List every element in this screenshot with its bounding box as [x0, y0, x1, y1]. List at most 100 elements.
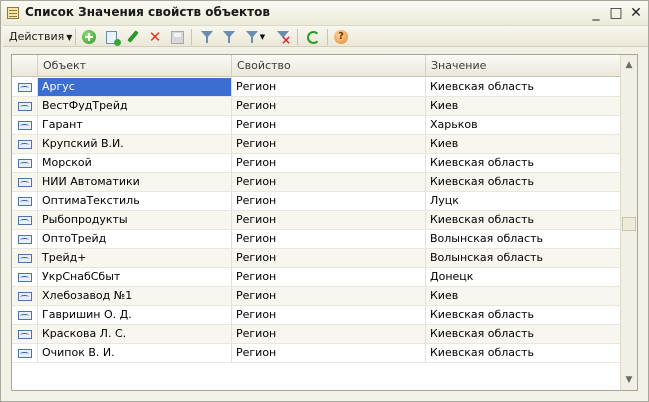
- scroll-down-icon[interactable]: ▼: [621, 372, 637, 388]
- maximize-icon[interactable]: □: [607, 4, 625, 22]
- value-cell[interactable]: Донецк: [426, 268, 621, 286]
- object-cell[interactable]: Гавришин О. Д.: [38, 306, 232, 324]
- edit-button[interactable]: [123, 28, 143, 46]
- icon-column-header[interactable]: [12, 55, 38, 77]
- column-header-object[interactable]: Объект: [38, 55, 232, 77]
- object-cell[interactable]: ОптимаТекстиль: [38, 192, 232, 210]
- object-cell[interactable]: Гарант: [38, 116, 232, 134]
- save-button[interactable]: [167, 28, 187, 46]
- row-icon-cell: [12, 135, 38, 153]
- value-cell[interactable]: Киевская область: [426, 306, 621, 324]
- column-header-value[interactable]: Значение: [426, 55, 621, 77]
- object-cell[interactable]: Очипок В. И.: [38, 344, 232, 362]
- table-row[interactable]: ОптимаТекстиль Регион Луцк: [12, 192, 621, 211]
- object-cell[interactable]: Рыбопродукты: [38, 211, 232, 229]
- object-cell[interactable]: НИИ Автоматики: [38, 173, 232, 191]
- property-cell[interactable]: Регион: [232, 135, 426, 153]
- object-cell[interactable]: Аргус: [38, 78, 232, 96]
- value-cell[interactable]: Луцк: [426, 192, 621, 210]
- value-cell[interactable]: Волынская область: [426, 249, 621, 267]
- object-cell[interactable]: Трейд+: [38, 249, 232, 267]
- value-cell[interactable]: Киевская область: [426, 154, 621, 172]
- copy-icon: [105, 30, 121, 46]
- row-icon-cell: [12, 78, 38, 96]
- delete-button[interactable]: ✕: [145, 28, 165, 46]
- table-row[interactable]: УкрСнабСбыт Регион Донецк: [12, 268, 621, 287]
- row-icon-cell: [12, 173, 38, 191]
- minimize-icon[interactable]: _: [587, 4, 605, 22]
- property-cell[interactable]: Регион: [232, 97, 426, 115]
- table-row[interactable]: ВестФудТрейд Регион Киев: [12, 97, 621, 116]
- property-cell[interactable]: Регион: [232, 249, 426, 267]
- table-row[interactable]: Очипок В. И. Регион Киевская область: [12, 344, 621, 363]
- actions-menu-button[interactable]: Действия ▼: [7, 28, 74, 46]
- table-body: Аргус Регион Киевская область ВестФудТрейд Р…: [12, 78, 621, 363]
- value-cell[interactable]: Волынская область: [426, 230, 621, 248]
- close-icon[interactable]: ✕: [627, 4, 645, 22]
- table-row[interactable]: Трейд+ Регион Волынская область: [12, 249, 621, 268]
- property-cell[interactable]: Регион: [232, 268, 426, 286]
- table-row[interactable]: Крупский В.И. Регион Киев: [12, 135, 621, 154]
- property-cell[interactable]: Регион: [232, 173, 426, 191]
- property-cell[interactable]: Регион: [232, 116, 426, 134]
- value-cell[interactable]: Киевская область: [426, 78, 621, 96]
- property-cell[interactable]: Регион: [232, 344, 426, 362]
- value-cell[interactable]: Киевская область: [426, 173, 621, 191]
- property-cell[interactable]: Регион: [232, 78, 426, 96]
- property-value-icon: [17, 177, 32, 187]
- row-icon-cell: [12, 344, 38, 362]
- table-header: Объект Свойство Значение: [12, 55, 621, 77]
- property-cell[interactable]: Регион: [232, 211, 426, 229]
- table-row[interactable]: Морской Регион Киевская область: [12, 154, 621, 173]
- property-cell[interactable]: Регион: [232, 325, 426, 343]
- value-cell[interactable]: Киев: [426, 97, 621, 115]
- object-cell[interactable]: ОптоТрейд: [38, 230, 232, 248]
- filter-history-button[interactable]: ▼: [241, 28, 269, 46]
- copy-button[interactable]: [101, 28, 121, 46]
- filter-value-icon: [222, 30, 236, 44]
- object-cell[interactable]: УкрСнабСбыт: [38, 268, 232, 286]
- object-cell[interactable]: Морской: [38, 154, 232, 172]
- property-cell[interactable]: Регион: [232, 154, 426, 172]
- property-cell[interactable]: Регион: [232, 230, 426, 248]
- property-value-icon: [17, 196, 32, 206]
- value-cell[interactable]: Киев: [426, 287, 621, 305]
- object-cell[interactable]: Краскова Л. С.: [38, 325, 232, 343]
- table-row[interactable]: Хлебозавод №1 Регион Киев: [12, 287, 621, 306]
- scroll-thumb[interactable]: [622, 217, 636, 231]
- property-value-icon: [17, 101, 32, 111]
- scroll-up-icon[interactable]: ▲: [621, 57, 637, 73]
- value-cell[interactable]: Харьков: [426, 116, 621, 134]
- table-row[interactable]: Гавришин О. Д. Регион Киевская область: [12, 306, 621, 325]
- value-cell[interactable]: Киевская область: [426, 344, 621, 362]
- clear-filter-button[interactable]: [273, 28, 293, 46]
- toolbar-divider: [297, 29, 298, 45]
- save-icon: [170, 30, 184, 44]
- property-cell[interactable]: Регион: [232, 306, 426, 324]
- filter-icon: [200, 30, 214, 44]
- property-value-icon: [17, 310, 32, 320]
- column-header-property[interactable]: Свойство: [232, 55, 426, 77]
- object-cell[interactable]: ВестФудТрейд: [38, 97, 232, 115]
- table-row[interactable]: НИИ Автоматики Регион Киевская область: [12, 173, 621, 192]
- object-cell[interactable]: Крупский В.И.: [38, 135, 232, 153]
- property-cell[interactable]: Регион: [232, 287, 426, 305]
- value-cell[interactable]: Киев: [426, 135, 621, 153]
- add-button[interactable]: [79, 28, 99, 46]
- chevron-down-icon: ▼: [66, 33, 73, 42]
- object-cell[interactable]: Хлебозавод №1: [38, 287, 232, 305]
- value-cell[interactable]: Киевская область: [426, 211, 621, 229]
- table-row[interactable]: Аргус Регион Киевская область: [12, 78, 621, 97]
- filter-by-value-button[interactable]: [219, 28, 239, 46]
- vertical-scrollbar[interactable]: ▲ ▼: [620, 55, 637, 390]
- table-row[interactable]: ОптоТрейд Регион Волынская область: [12, 230, 621, 249]
- value-cell[interactable]: Киевская область: [426, 325, 621, 343]
- help-button[interactable]: ?: [331, 28, 351, 46]
- table-row[interactable]: Рыбопродукты Регион Киевская область: [12, 211, 621, 230]
- property-cell[interactable]: Регион: [232, 192, 426, 210]
- refresh-button[interactable]: [303, 28, 323, 46]
- table-row[interactable]: Краскова Л. С. Регион Киевская область: [12, 325, 621, 344]
- row-icon-cell: [12, 268, 38, 286]
- table-row[interactable]: Гарант Регион Харьков: [12, 116, 621, 135]
- filter-button[interactable]: [197, 28, 217, 46]
